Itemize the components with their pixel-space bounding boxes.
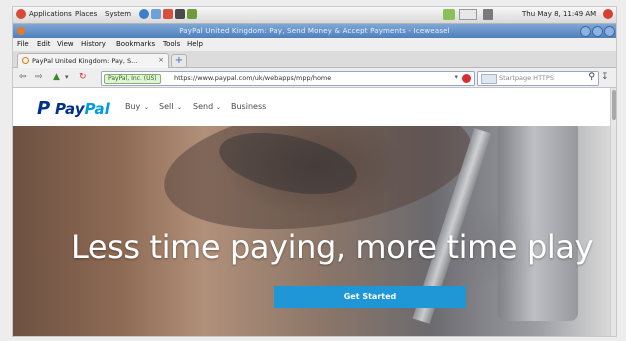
- hero-photo-machine: [498, 126, 578, 321]
- applications-menu[interactable]: Applications: [29, 10, 72, 18]
- stop-icon[interactable]: [462, 74, 471, 83]
- tab-label: PayPal United Kingdom: Pay, S...: [32, 57, 138, 65]
- system-menu[interactable]: System: [105, 10, 131, 18]
- search-icon[interactable]: ⚲: [588, 72, 595, 82]
- get-started-button[interactable]: Get Started: [274, 286, 466, 308]
- desktop-screen: Applications Places System Thu May 8, 11…: [12, 6, 617, 337]
- battery-icon: [459, 9, 477, 20]
- panel-clock[interactable]: Thu May 8, 11:49 AM: [522, 10, 596, 18]
- paypal-logo-mark: P: [37, 98, 51, 119]
- reload-icon[interactable]: ↻: [79, 72, 87, 82]
- url-dropdown-icon[interactable]: ▾: [454, 73, 458, 81]
- hero-title: Less time paying, more time play: [71, 228, 594, 266]
- volume-icon[interactable]: [483, 9, 493, 20]
- gnome-top-panel: Applications Places System Thu May 8, 11…: [13, 7, 616, 24]
- browser-launcher-icon[interactable]: [139, 9, 149, 19]
- browser-menubar: File Edit View History Bookmarks Tools H…: [13, 38, 616, 51]
- close-window-button[interactable]: [604, 26, 615, 37]
- menu-tools[interactable]: Tools: [163, 40, 180, 48]
- gnome-foot-icon[interactable]: [16, 9, 26, 19]
- places-menu[interactable]: Places: [75, 10, 97, 18]
- download-icon[interactable]: ↧: [601, 72, 609, 82]
- search-placeholder: Startpage HTTPS: [499, 74, 554, 82]
- scrollbar-thumb[interactable]: [612, 90, 616, 120]
- network-icon[interactable]: [443, 9, 455, 20]
- web-page: P PayPal Buy ⌄ Sell ⌄ Send ⌄ Business Le…: [13, 88, 610, 336]
- window-title: PayPal United Kingdom: Pay, Send Money &…: [179, 27, 450, 35]
- nav-sell[interactable]: Sell: [159, 102, 173, 111]
- screenshot-frame: Applications Places System Thu May 8, 11…: [0, 0, 626, 341]
- mail-launcher-icon[interactable]: [151, 9, 161, 19]
- maximize-button[interactable]: [592, 26, 603, 37]
- back-icon[interactable]: ⇦: [19, 72, 27, 82]
- nav-send-chevron-icon[interactable]: ⌄: [216, 104, 221, 111]
- paypal-header: P PayPal Buy ⌄ Sell ⌄ Send ⌄ Business: [13, 88, 610, 126]
- paypal-logo-wordmark: PayPal: [55, 100, 110, 118]
- nav-buy[interactable]: Buy: [125, 102, 140, 111]
- menu-file[interactable]: File: [17, 40, 29, 48]
- power-icon[interactable]: [603, 9, 613, 19]
- minimize-button[interactable]: [580, 26, 591, 37]
- search-engine-icon[interactable]: [481, 74, 497, 84]
- menu-help[interactable]: Help: [187, 40, 203, 48]
- home-icon[interactable]: ▲: [53, 72, 60, 82]
- nav-business[interactable]: Business: [231, 102, 266, 111]
- tab-paypal[interactable]: PayPal United Kingdom: Pay, S... ×: [17, 53, 169, 68]
- search-input[interactable]: Startpage HTTPS ⚲: [477, 71, 599, 86]
- forward-icon[interactable]: ⇨: [35, 72, 43, 82]
- terminal-launcher-icon[interactable]: [175, 9, 185, 19]
- url-bar[interactable]: PayPal, Inc. (US) https://www.paypal.com…: [101, 71, 475, 86]
- help-launcher-icon[interactable]: [163, 9, 173, 19]
- tab-close-icon[interactable]: ×: [158, 56, 164, 64]
- tab-favicon-icon: [22, 57, 29, 64]
- menu-view[interactable]: View: [57, 40, 74, 48]
- tool-launcher-icon[interactable]: [187, 9, 197, 19]
- hero-banner: Less time paying, more time play Get Sta…: [13, 126, 610, 336]
- nav-buy-chevron-icon[interactable]: ⌄: [144, 104, 149, 111]
- tab-strip: PayPal United Kingdom: Pay, S... × +: [13, 51, 616, 68]
- logo-word-pay: Pay: [55, 100, 85, 118]
- menu-bookmarks[interactable]: Bookmarks: [116, 40, 155, 48]
- site-identity-badge[interactable]: PayPal, Inc. (US): [104, 74, 161, 84]
- menu-edit[interactable]: Edit: [37, 40, 51, 48]
- new-tab-button[interactable]: +: [171, 54, 187, 68]
- nav-send[interactable]: Send: [193, 102, 213, 111]
- logo-word-pal: Pal: [84, 100, 110, 118]
- url-text[interactable]: https://www.paypal.com/uk/webapps/mpp/ho…: [174, 74, 331, 82]
- menu-history[interactable]: History: [81, 40, 106, 48]
- page-scrollbar[interactable]: [610, 88, 616, 336]
- navigation-toolbar: ⇦ ⇨ ▲ ▾ ↻ PayPal, Inc. (US) https://www.…: [13, 68, 616, 88]
- nav-sell-chevron-icon[interactable]: ⌄: [177, 104, 182, 111]
- window-titlebar[interactable]: PayPal United Kingdom: Pay, Send Money &…: [13, 24, 616, 38]
- home-dropdown-icon[interactable]: ▾: [65, 73, 69, 81]
